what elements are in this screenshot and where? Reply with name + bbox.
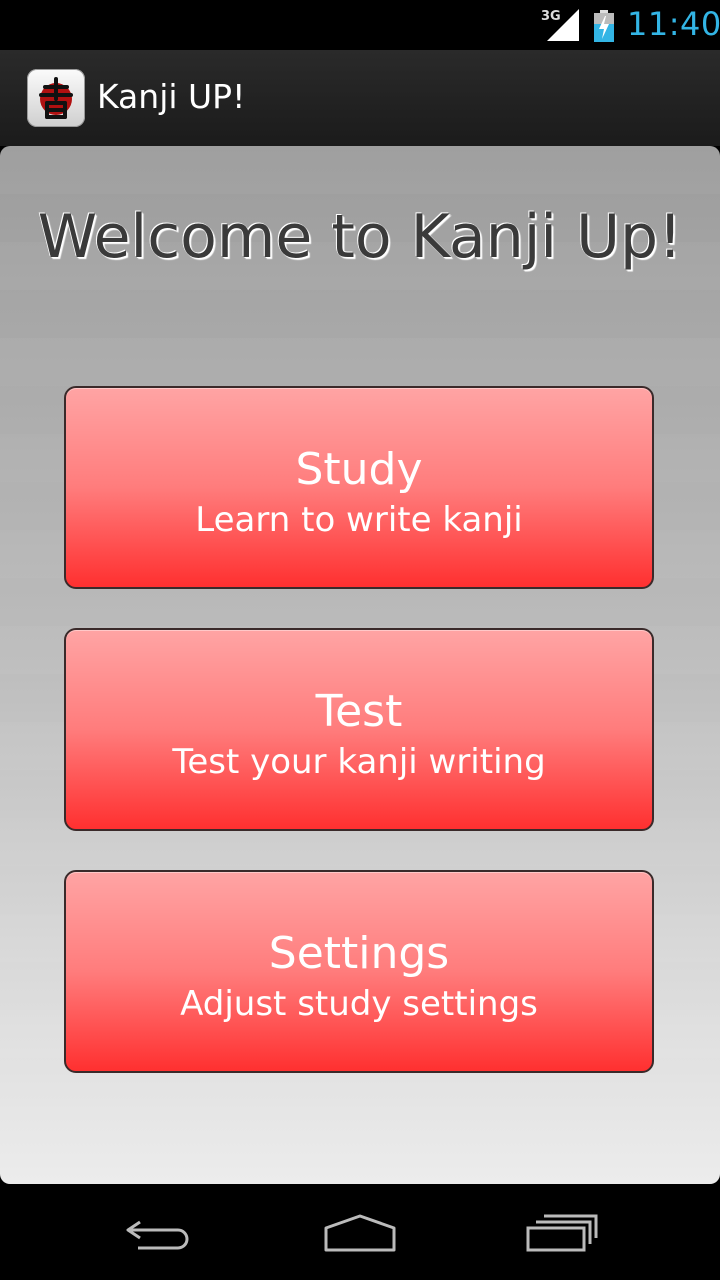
test-button[interactable]: Test Test your kanji writing	[64, 628, 654, 831]
kanji-app-icon[interactable]	[27, 69, 85, 127]
welcome-heading: Welcome to Kanji Up!	[37, 202, 683, 272]
study-button-subtitle: Learn to write kanji	[195, 500, 523, 540]
background-stripe	[0, 146, 720, 194]
test-button-subtitle: Test your kanji writing	[172, 742, 546, 782]
status-bar: 3G 11:40	[0, 0, 720, 50]
background-stripe	[0, 338, 720, 386]
home-icon[interactable]	[320, 1206, 400, 1258]
recents-icon[interactable]	[522, 1206, 602, 1258]
action-bar: Kanji UP!	[0, 50, 720, 146]
settings-button-title: Settings	[268, 928, 450, 979]
back-icon[interactable]	[120, 1206, 200, 1258]
settings-button[interactable]: Settings Adjust study settings	[64, 870, 654, 1073]
signal-icon: 3G	[541, 9, 579, 41]
navigation-bar	[0, 1184, 720, 1280]
study-button-title: Study	[295, 444, 423, 495]
test-button-title: Test	[315, 686, 403, 737]
status-time: 11:40	[627, 5, 720, 43]
main-content: Welcome to Kanji Up! Study Learn to writ…	[0, 146, 720, 1184]
battery-charging-icon	[593, 10, 615, 42]
settings-button-subtitle: Adjust study settings	[180, 984, 538, 1024]
study-button[interactable]: Study Learn to write kanji	[64, 386, 654, 589]
app-title: Kanji UP!	[97, 77, 246, 116]
